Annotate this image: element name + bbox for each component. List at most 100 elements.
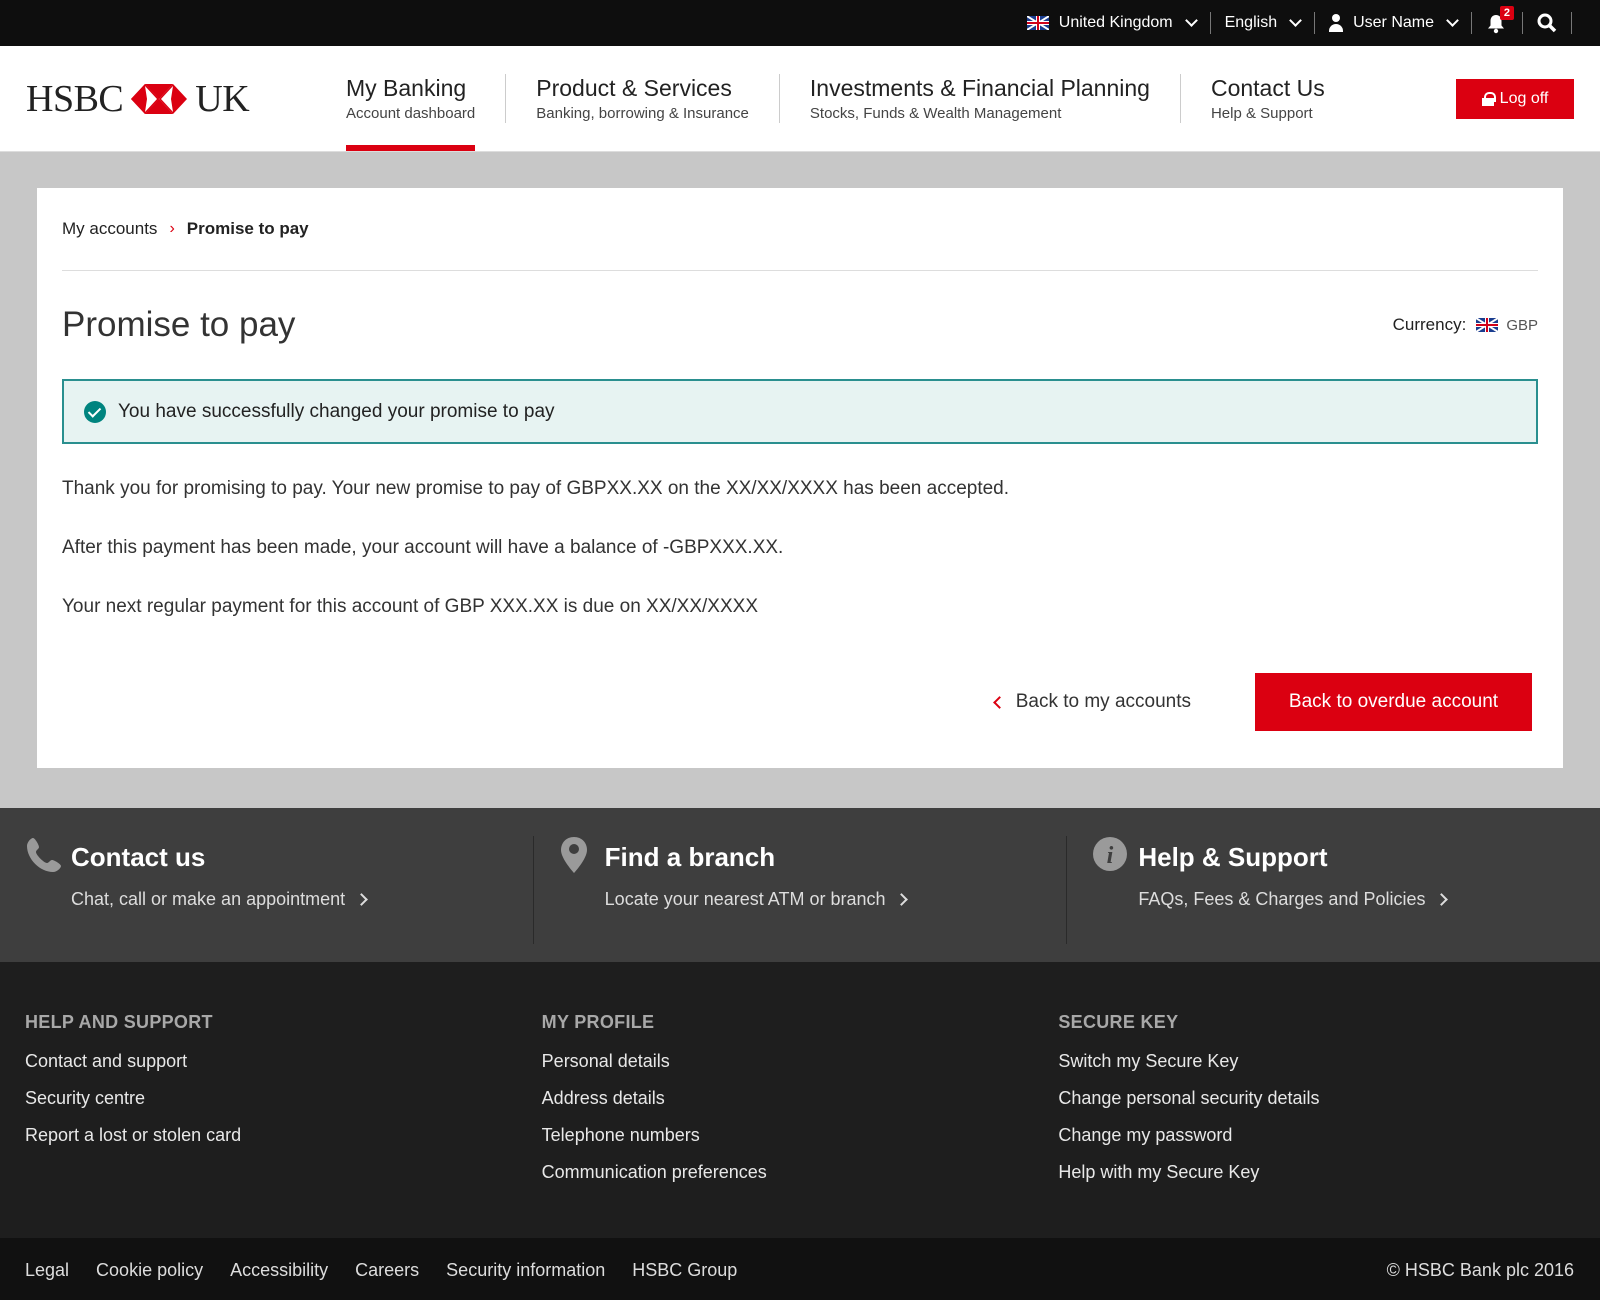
footer-link[interactable]: Help with my Secure Key	[1058, 1162, 1575, 1183]
footer-link[interactable]: Personal details	[542, 1051, 1059, 1072]
quick-link-branch-action[interactable]: Locate your nearest ATM or branch	[604, 889, 909, 910]
footer-heading: MY PROFILE	[541, 1012, 655, 1032]
legal-link[interactable]: Legal	[25, 1260, 69, 1281]
utility-bar: United Kingdom English User Name 2	[0, 0, 1600, 46]
action-bar: Back to my accounts Back to overdue acco…	[992, 673, 1532, 731]
log-off-label: Log off	[1499, 89, 1549, 107]
footer-link[interactable]: Communication preferences	[542, 1162, 1059, 1183]
hsbc-logo[interactable]: HSBC UK	[26, 46, 288, 151]
nav-investments[interactable]: Investments & Financial Planning Stocks,…	[780, 46, 1180, 151]
currency-code: GBP	[1506, 316, 1538, 334]
search-button[interactable]	[1523, 12, 1571, 34]
country-label: United Kingdom	[1058, 14, 1173, 31]
back-link-label: Back to my accounts	[1015, 691, 1191, 712]
footer-link[interactable]: Change personal security details	[1058, 1088, 1575, 1109]
quick-link-contact-action[interactable]: Chat, call or make an appointment	[71, 889, 369, 910]
footer-link[interactable]: Address details	[542, 1088, 1059, 1109]
breadcrumb-current: Promise to pay	[186, 219, 309, 238]
quick-link-subtitle: Chat, call or make an appointment	[71, 889, 346, 909]
breadcrumb: My accounts › Promise to pay	[62, 188, 1538, 271]
svg-text:i: i	[1107, 843, 1114, 869]
divider	[1571, 12, 1572, 34]
user-name: User Name	[1353, 14, 1434, 31]
copyright: © HSBC Bank plc 2016	[1386, 1259, 1574, 1280]
user-icon	[1329, 14, 1344, 32]
quick-link-title: Help & Support	[1138, 842, 1328, 872]
nav-subtitle: Stocks, Funds & Wealth Management	[809, 105, 1062, 122]
back-to-overdue-account-button[interactable]: Back to overdue account	[1255, 673, 1532, 731]
nav-subtitle: Help & Support	[1210, 105, 1313, 122]
nav-contact-us[interactable]: Contact Us Help & Support	[1181, 46, 1355, 151]
notifications-button[interactable]: 2	[1472, 6, 1522, 34]
nav-title: Investments & Financial Planning	[809, 75, 1150, 101]
security-information-link[interactable]: Security information	[446, 1260, 605, 1281]
nav-products-services[interactable]: Product & Services Banking, borrowing & …	[506, 46, 779, 151]
balance-text: After this payment has been made, your a…	[62, 537, 784, 558]
user-menu[interactable]: User Name	[1315, 12, 1471, 34]
footer-link[interactable]: Report a lost or stolen card	[25, 1125, 542, 1146]
footer-link[interactable]: Security centre	[25, 1088, 542, 1109]
search-icon	[1537, 13, 1557, 33]
footer-column-profile: MY PROFILE Personal details Address deta…	[542, 1012, 1059, 1238]
map-pin-icon	[559, 836, 603, 876]
legal-bar: Legal Cookie policy Accessibility Career…	[0, 1238, 1600, 1300]
success-alert: You have successfully changed your promi…	[62, 379, 1538, 444]
footer-heading: SECURE KEY	[1058, 1012, 1179, 1032]
nav-title: My Banking	[346, 75, 467, 101]
content-background: My accounts › Promise to pay Promise to …	[0, 152, 1600, 808]
quick-link-title: Find a branch	[604, 842, 776, 872]
back-to-accounts-link[interactable]: Back to my accounts	[992, 691, 1191, 713]
country-selector[interactable]: United Kingdom	[1013, 12, 1210, 34]
careers-link[interactable]: Careers	[355, 1260, 419, 1281]
quick-link-branch: Find a branch Locate your nearest ATM or…	[534, 836, 1068, 944]
content-card: My accounts › Promise to pay Promise to …	[37, 188, 1563, 768]
quick-link-subtitle: Locate your nearest ATM or branch	[604, 889, 886, 909]
uk-flag-icon	[1476, 318, 1499, 332]
cookie-policy-link[interactable]: Cookie policy	[96, 1260, 203, 1281]
currency-label: Currency:	[1392, 315, 1467, 334]
phone-icon	[25, 836, 69, 876]
chevron-right-icon	[355, 893, 369, 906]
hsbc-group-link[interactable]: HSBC Group	[632, 1260, 737, 1281]
language-selector[interactable]: English	[1211, 12, 1314, 34]
quick-link-subtitle: FAQs, Fees & Charges and Policies	[1138, 889, 1426, 909]
bell-icon: 2	[1486, 6, 1514, 34]
nav-title: Contact Us	[1210, 75, 1325, 101]
chevron-left-icon	[992, 695, 1006, 709]
notification-count-badge: 2	[1499, 6, 1514, 20]
quick-link-help-action[interactable]: FAQs, Fees & Charges and Policies	[1138, 889, 1449, 910]
nav-subtitle: Account dashboard	[346, 105, 476, 122]
hexagon-logo-icon	[131, 83, 188, 114]
currency-indicator: Currency: GBP	[1393, 315, 1538, 335]
nav-my-banking[interactable]: My Banking Account dashboard	[288, 46, 505, 151]
main-nav: My Banking Account dashboard Product & S…	[288, 46, 1355, 151]
logo-text-right: UK	[195, 77, 250, 120]
footer-quick-links: Contact us Chat, call or make an appoint…	[0, 808, 1600, 962]
lock-icon	[1481, 91, 1496, 106]
log-off-button[interactable]: Log off	[1456, 78, 1574, 119]
title-row: Promise to pay Currency: GBP	[62, 271, 1538, 379]
language-label: English	[1224, 14, 1278, 31]
chevron-right-icon	[895, 893, 909, 906]
quick-link-title: Contact us	[71, 842, 206, 872]
accessibility-link[interactable]: Accessibility	[230, 1260, 328, 1281]
next-payment-text: Your next regular payment for this accou…	[62, 596, 758, 617]
logo-text-left: HSBC	[26, 77, 124, 120]
quick-link-help: i Help & Support FAQs, Fees & Charges an…	[1067, 836, 1600, 944]
chevron-down-icon	[1446, 14, 1459, 27]
footer-link[interactable]: Contact and support	[25, 1051, 542, 1072]
footer-link[interactable]: Switch my Secure Key	[1058, 1051, 1575, 1072]
footer-heading: HELP AND SUPPORT	[25, 1012, 213, 1032]
check-circle-icon	[84, 400, 106, 423]
chevron-right-icon	[1435, 893, 1449, 906]
footer-link[interactable]: Change my password	[1058, 1125, 1575, 1146]
footer-column-secure-key: SECURE KEY Switch my Secure Key Change p…	[1058, 1012, 1575, 1238]
breadcrumb-separator-icon: ›	[169, 220, 175, 237]
footer-link[interactable]: Telephone numbers	[542, 1125, 1059, 1146]
page-title: Promise to pay	[62, 305, 296, 344]
info-icon: i	[1092, 836, 1136, 876]
quick-link-contact: Contact us Chat, call or make an appoint…	[0, 836, 534, 944]
chevron-down-icon	[1184, 14, 1198, 27]
breadcrumb-my-accounts[interactable]: My accounts	[62, 219, 157, 239]
success-message: You have successfully changed your promi…	[118, 400, 555, 422]
